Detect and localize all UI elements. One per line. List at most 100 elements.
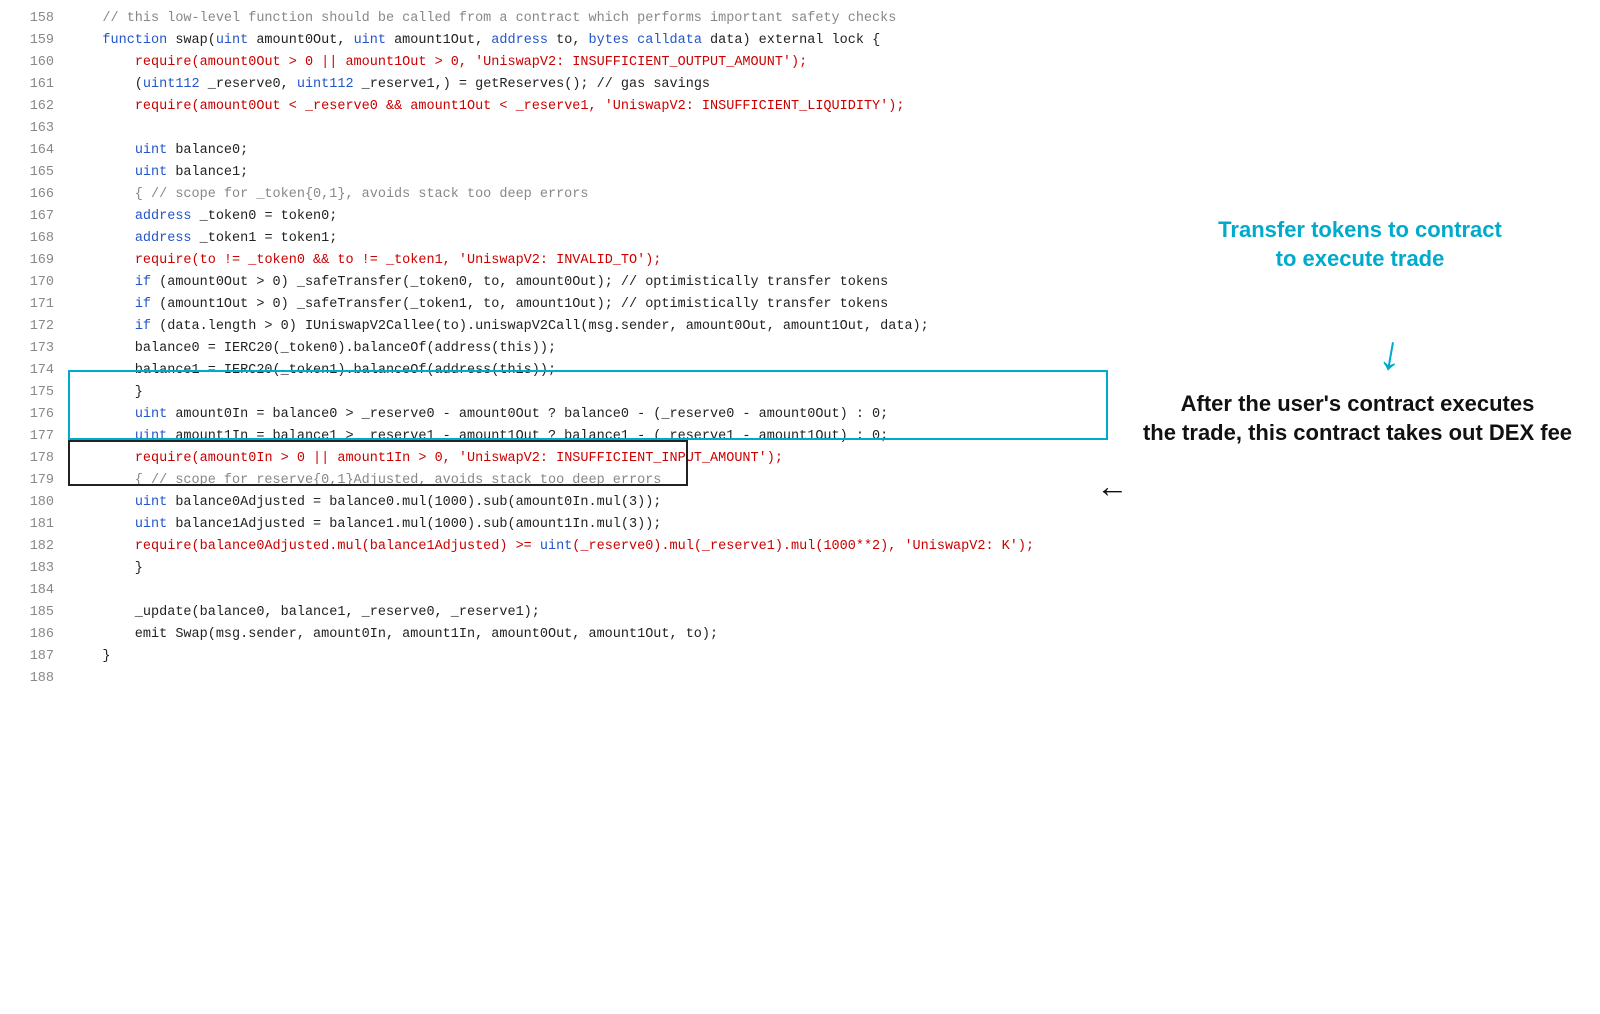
line-number: 165 bbox=[0, 162, 70, 184]
line-number: 159 bbox=[0, 30, 70, 52]
line-number: 167 bbox=[0, 206, 70, 228]
code-line: uint amount1In = balance1 > _reserve1 - … bbox=[70, 426, 1600, 448]
code-line bbox=[70, 580, 1600, 602]
code-segment: uint bbox=[216, 33, 248, 48]
code-segment: amount0In = balance0 > _reserve0 - amoun… bbox=[167, 407, 888, 422]
code-segment: // this low-level function should be cal… bbox=[70, 11, 896, 26]
code-segment: } bbox=[70, 561, 143, 576]
line-number: 171 bbox=[0, 294, 70, 316]
code-segment: require bbox=[135, 451, 192, 466]
code-segment: uint bbox=[135, 165, 167, 180]
code-segment: (data.length > 0) IUniswapV2Callee(to).u… bbox=[151, 319, 929, 334]
line-number: 176 bbox=[0, 404, 70, 426]
code-line: balance1 = IERC20(_token1).balanceOf(add… bbox=[70, 360, 1600, 382]
code-segment: _token1 = token1; bbox=[192, 231, 338, 246]
line-number: 175 bbox=[0, 382, 70, 404]
line-number: 158 bbox=[0, 8, 70, 30]
line-number: 170 bbox=[0, 272, 70, 294]
code-segment: uint bbox=[135, 495, 167, 510]
line-number: 160 bbox=[0, 52, 70, 74]
code-line: address _token1 = token1; bbox=[70, 228, 1600, 250]
code-segment: address bbox=[135, 209, 192, 224]
code-line: require(amount0In > 0 || amount1In > 0, … bbox=[70, 448, 1600, 470]
code-segment: uint bbox=[135, 429, 167, 444]
line-number: 182 bbox=[0, 536, 70, 558]
code-segment: if bbox=[135, 297, 151, 312]
code-segment: uint bbox=[135, 143, 167, 158]
code-segment: swap( bbox=[167, 33, 216, 48]
code-segment: balance0Adjusted = balance0.mul(1000).su… bbox=[167, 495, 661, 510]
line-number: 186 bbox=[0, 624, 70, 646]
code-segment bbox=[70, 99, 135, 114]
code-segment: balance1; bbox=[167, 165, 248, 180]
code-line bbox=[70, 118, 1600, 140]
code-segment: _reserve0, bbox=[200, 77, 297, 92]
code-line: emit Swap(msg.sender, amount0In, amount1… bbox=[70, 624, 1600, 646]
code-segment: } bbox=[70, 649, 111, 664]
code-segment bbox=[70, 275, 135, 290]
code-segment: _update(balance0, balance1, _reserve0, _… bbox=[70, 605, 540, 620]
line-number: 184 bbox=[0, 580, 70, 602]
code-segment: (balance0Adjusted.mul(balance1Adjusted) … bbox=[192, 539, 540, 554]
code-segment: balance1Adjusted = balance1.mul(1000).su… bbox=[167, 517, 661, 532]
code-segment: require bbox=[135, 253, 192, 268]
code-segment: require bbox=[135, 539, 192, 554]
line-number: 177 bbox=[0, 426, 70, 448]
code-line: uint balance1Adjusted = balance1.mul(100… bbox=[70, 514, 1600, 536]
code-segment: _reserve1,) = getReserves(); // gas savi… bbox=[354, 77, 710, 92]
code-segment bbox=[70, 319, 135, 334]
code-segment: (amount0Out < _reserve0 && amount1Out < … bbox=[192, 99, 905, 114]
code-segment: function bbox=[102, 33, 167, 48]
line-number: 188 bbox=[0, 668, 70, 690]
code-line: uint amount0In = balance0 > _reserve0 - … bbox=[70, 404, 1600, 426]
code-line: // this low-level function should be cal… bbox=[70, 8, 1600, 30]
code-segment bbox=[70, 429, 135, 444]
line-number: 168 bbox=[0, 228, 70, 250]
code-segment: uint bbox=[540, 539, 572, 554]
code-line: address _token0 = token0; bbox=[70, 206, 1600, 228]
line-number: 174 bbox=[0, 360, 70, 382]
code-line: _update(balance0, balance1, _reserve0, _… bbox=[70, 602, 1600, 624]
code-segment bbox=[70, 165, 135, 180]
code-line: (uint112 _reserve0, uint112 _reserve1,) … bbox=[70, 74, 1600, 96]
code-segment: bytes calldata bbox=[589, 33, 702, 48]
code-line: { // scope for reserve{0,1}Adjusted, avo… bbox=[70, 470, 1600, 492]
code-segment bbox=[70, 297, 135, 312]
code-segment: uint bbox=[354, 33, 386, 48]
code-segment: uint112 bbox=[297, 77, 354, 92]
line-number: 169 bbox=[0, 250, 70, 272]
line-number: 166 bbox=[0, 184, 70, 206]
code-segment: uint bbox=[135, 517, 167, 532]
code-container: 1581591601611621631641651661671681691701… bbox=[0, 0, 1600, 1014]
code-segment: uint112 bbox=[143, 77, 200, 92]
code-segment: (amount1Out > 0) _safeTransfer(_token1, … bbox=[151, 297, 888, 312]
code-line: uint balance1; bbox=[70, 162, 1600, 184]
code-segment bbox=[70, 55, 135, 70]
code-segment bbox=[70, 451, 135, 466]
code-line: require(to != _token0 && to != _token1, … bbox=[70, 250, 1600, 272]
code-line: function swap(uint amount0Out, uint amou… bbox=[70, 30, 1600, 52]
code-segment bbox=[70, 495, 135, 510]
line-number: 185 bbox=[0, 602, 70, 624]
line-number: 181 bbox=[0, 514, 70, 536]
code-segment: address bbox=[491, 33, 548, 48]
line-number: 178 bbox=[0, 448, 70, 470]
line-number: 161 bbox=[0, 74, 70, 96]
code-segment bbox=[70, 33, 102, 48]
line-number: 187 bbox=[0, 646, 70, 668]
code-line: if (amount1Out > 0) _safeTransfer(_token… bbox=[70, 294, 1600, 316]
code-segment: ( bbox=[70, 77, 143, 92]
line-numbers: 1581591601611621631641651661671681691701… bbox=[0, 0, 70, 1014]
line-number: 172 bbox=[0, 316, 70, 338]
code-segment bbox=[70, 517, 135, 532]
code-segment: amount1Out, bbox=[386, 33, 491, 48]
code-line: if (data.length > 0) IUniswapV2Callee(to… bbox=[70, 316, 1600, 338]
code-line: uint balance0Adjusted = balance0.mul(100… bbox=[70, 492, 1600, 514]
code-line: balance0 = IERC20(_token0).balanceOf(add… bbox=[70, 338, 1600, 360]
code-lines: // this low-level function should be cal… bbox=[70, 0, 1600, 1014]
code-segment: (_reserve0).mul(_reserve1).mul(1000**2),… bbox=[572, 539, 1034, 554]
code-segment bbox=[70, 231, 135, 246]
code-segment: (amount0Out > 0 || amount1Out > 0, 'Unis… bbox=[192, 55, 808, 70]
code-segment: to, bbox=[548, 33, 589, 48]
code-segment: data) external lock { bbox=[702, 33, 880, 48]
